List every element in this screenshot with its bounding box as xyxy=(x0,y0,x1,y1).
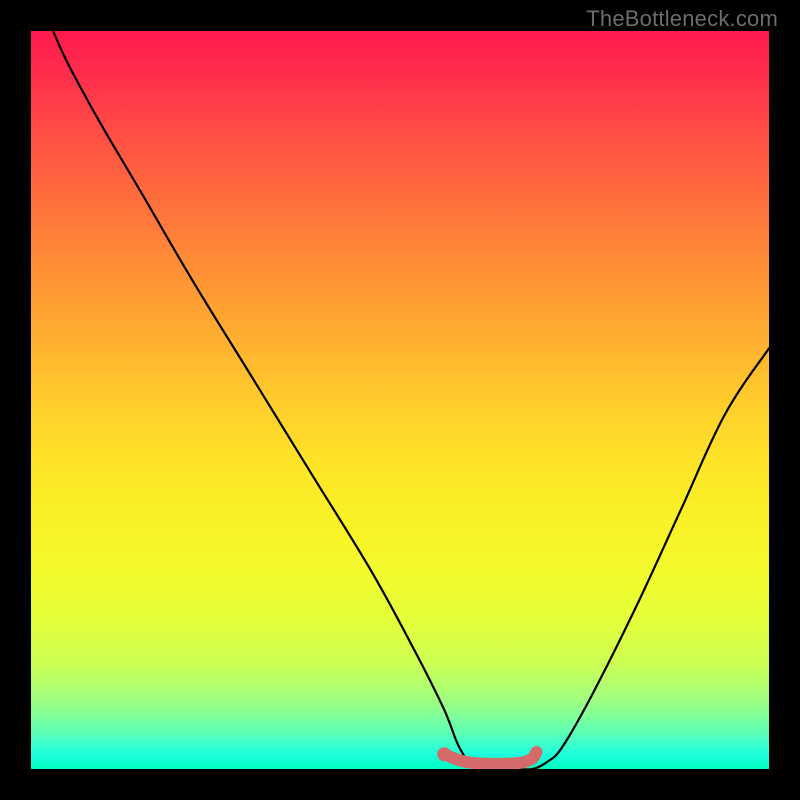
chart-frame: TheBottleneck.com xyxy=(0,0,800,800)
plot-area xyxy=(31,31,769,769)
bottleneck-curve xyxy=(31,31,769,769)
watermark-text: TheBottleneck.com xyxy=(586,6,778,32)
optimal-range-marker xyxy=(437,747,536,764)
curve-layer xyxy=(31,31,769,769)
